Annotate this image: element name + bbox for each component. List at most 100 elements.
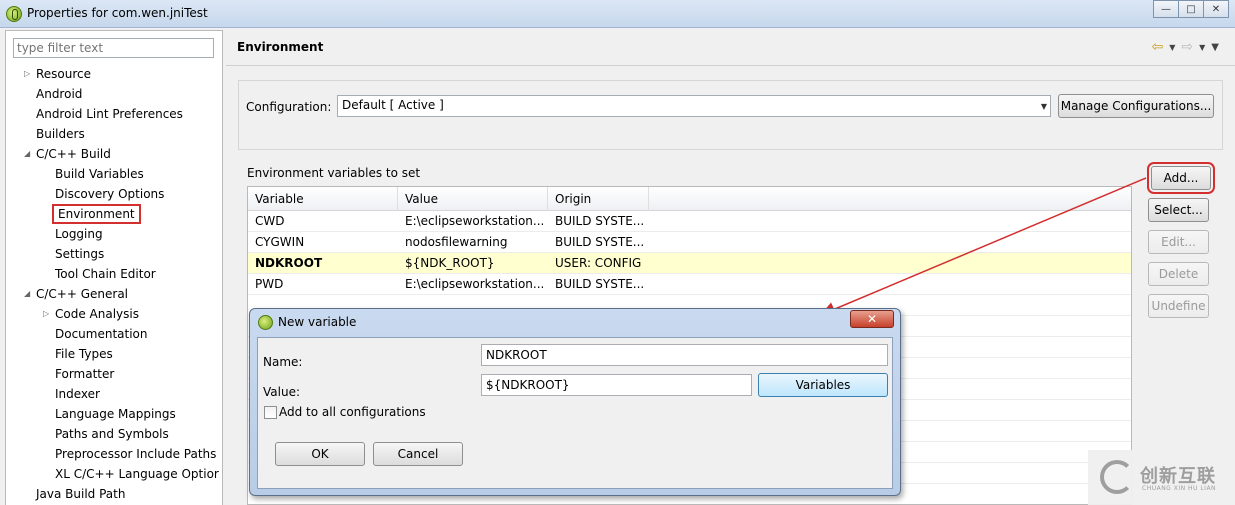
tree-item-label: Settings	[55, 247, 105, 261]
tree-item[interactable]: XL C/C++ Language Optior	[55, 464, 219, 484]
tree-item[interactable]: Android	[36, 84, 82, 104]
window-titlebar[interactable]: Properties for com.wen.jniTest — □ ✕	[0, 0, 1235, 28]
dialog-close-button[interactable]: ✕	[850, 310, 894, 328]
tree-item[interactable]: C/C++ Build	[36, 144, 111, 164]
tree-item[interactable]: C/C++ General	[36, 284, 128, 304]
tree-item-label: Resource	[36, 67, 92, 81]
new-variable-dialog: New variable ✕ Name: NDKROOT Value: ${ND…	[249, 308, 901, 496]
window-title: Properties for com.wen.jniTest	[27, 6, 208, 20]
column-header-value[interactable]: Value	[398, 187, 548, 211]
table-cell-variable: CWD	[255, 214, 285, 228]
tree-item[interactable]: Language Mappings	[55, 404, 176, 424]
back-dropdown-icon[interactable]: ▼	[1169, 43, 1175, 52]
configuration-select[interactable]: Default [ Active ] ▼	[337, 95, 1051, 117]
table-cell-origin: BUILD SYSTE...	[555, 277, 645, 291]
forward-arrow-icon[interactable]: ⇨	[1181, 39, 1193, 55]
tree-item[interactable]: Logging	[55, 224, 103, 244]
tree-item-label: Builders	[36, 127, 85, 141]
page-nav: ⇦ ▼ ⇨ ▼ ▼	[1152, 39, 1219, 55]
title-separator	[226, 65, 1235, 66]
tree-expand-icon[interactable]: ▷	[24, 64, 34, 84]
tree-item[interactable]: Tool Chain Editor	[55, 264, 156, 284]
tree-expand-icon[interactable]: ▷	[43, 304, 53, 324]
tree-item-selected[interactable]: Environment	[52, 204, 141, 224]
tree-item-label: Build Variables	[55, 167, 144, 181]
delete-button[interactable]: Delete	[1148, 262, 1209, 286]
envvars-label: Environment variables to set	[247, 166, 421, 180]
tree-item-label: Language Mappings	[55, 407, 176, 421]
column-header-origin[interactable]: Origin	[548, 187, 649, 211]
variables-button[interactable]: Variables	[758, 373, 888, 397]
dialog-title: New variable	[278, 315, 357, 329]
column-header-variable[interactable]: Variable	[248, 187, 398, 211]
tree-item-label: Preprocessor Include Paths	[55, 447, 217, 461]
page-title: Environment	[237, 40, 324, 54]
table-cell-value: E:\eclipseworkstation...	[405, 277, 545, 291]
add-all-configs-label: Add to all configurations	[279, 405, 426, 419]
add-all-configs-checkbox[interactable]	[264, 406, 277, 419]
tree-collapse-icon[interactable]: ◢	[24, 144, 34, 164]
tree-item-label: Code Analysis	[55, 307, 139, 321]
tree-item-label: Tool Chain Editor	[55, 267, 156, 281]
tree-item-label: Documentation	[55, 327, 148, 341]
tree-item[interactable]: Discovery Options	[55, 184, 164, 204]
eclipse-dialog-icon	[258, 315, 273, 330]
tree-item[interactable]: Preprocessor Include Paths	[55, 444, 216, 464]
ok-button[interactable]: OK	[275, 442, 365, 466]
tree-item[interactable]: Builders	[36, 124, 85, 144]
watermark-subtext: CHUANG XIN HU LIAN	[1142, 485, 1217, 492]
back-arrow-icon[interactable]: ⇦	[1152, 39, 1164, 55]
tree-item-label: Java Build Path	[36, 487, 126, 501]
chevron-down-icon: ▼	[1040, 102, 1047, 111]
tree-item-label: C/C++ Build	[36, 147, 111, 161]
tree-item[interactable]: Documentation	[55, 324, 148, 344]
tree-item-label: Android	[36, 87, 83, 101]
tree-item-label: Indexer	[55, 387, 100, 401]
table-row[interactable]: CWD E:\eclipseworkstation... BUILD SYSTE..…	[248, 211, 1131, 232]
value-label: Value:	[263, 385, 300, 399]
tree-item[interactable]: Indexer	[55, 384, 100, 404]
add-button[interactable]: Add...	[1147, 162, 1215, 194]
eclipse-app-icon	[6, 6, 22, 22]
table-row[interactable]: NDKROOT ${NDK_ROOT} USER: CONFIG	[248, 253, 1131, 274]
edit-button[interactable]: Edit...	[1148, 230, 1209, 254]
tree-item-label: XL C/C++ Language Optior	[55, 467, 219, 481]
table-cell-origin: BUILD SYSTE...	[555, 214, 645, 228]
properties-tree-pane: ▷ResourceAndroidAndroid Lint Preferences…	[5, 30, 223, 505]
tree-item[interactable]: Code Analysis	[55, 304, 139, 324]
close-button[interactable]: ✕	[1203, 0, 1229, 18]
configuration-group: Configuration: Default [ Active ] ▼ Mana…	[238, 80, 1223, 150]
watermark: 创新互联 CHUANG XIN HU LIAN	[1088, 450, 1235, 505]
tree-item[interactable]: Android Lint Preferences	[36, 104, 183, 124]
forward-dropdown-icon[interactable]: ▼	[1199, 43, 1205, 52]
table-cell-value: E:\eclipseworkstation...	[405, 214, 545, 228]
tree-item-label: Paths and Symbols	[55, 427, 169, 441]
dialog-body: Name: NDKROOT Value: ${NDKROOT} Variable…	[257, 337, 893, 489]
name-input[interactable]: NDKROOT	[481, 344, 888, 366]
manage-configurations-button[interactable]: Manage Configurations...	[1058, 94, 1214, 118]
table-cell-value: ${NDK_ROOT}	[405, 256, 495, 270]
table-row[interactable]: PWD E:\eclipseworkstation... BUILD SYSTE..…	[248, 274, 1131, 295]
table-header: Variable Value Origin	[248, 187, 1131, 211]
undefine-button[interactable]: Undefine	[1148, 294, 1209, 318]
tree-item[interactable]: Settings	[55, 244, 104, 264]
tree-item[interactable]: Build Variables	[55, 164, 144, 184]
view-menu-icon[interactable]: ▼	[1211, 42, 1219, 53]
tree-collapse-icon[interactable]: ◢	[24, 284, 34, 304]
window-controls: — □ ✕	[1153, 0, 1229, 20]
select-button[interactable]: Select...	[1148, 198, 1209, 222]
maximize-button[interactable]: □	[1178, 0, 1204, 18]
filter-input[interactable]	[13, 38, 214, 58]
tree-item[interactable]: Formatter	[55, 364, 114, 384]
minimize-button[interactable]: —	[1153, 0, 1179, 18]
tree-item[interactable]: Java Build Path	[36, 484, 125, 504]
tree-item[interactable]: Resource	[36, 64, 91, 84]
tree-item[interactable]: Paths and Symbols	[55, 424, 169, 444]
cancel-button[interactable]: Cancel	[373, 442, 463, 466]
value-input[interactable]: ${NDKROOT}	[481, 374, 752, 396]
table-row[interactable]: CYGWIN nodosfilewarning BUILD SYSTE...	[248, 232, 1131, 253]
tree-item-label: Environment	[52, 204, 141, 224]
configuration-value: Default [ Active ]	[342, 98, 444, 112]
tree-item[interactable]: File Types	[55, 344, 113, 364]
tree-item-label: File Types	[55, 347, 113, 361]
